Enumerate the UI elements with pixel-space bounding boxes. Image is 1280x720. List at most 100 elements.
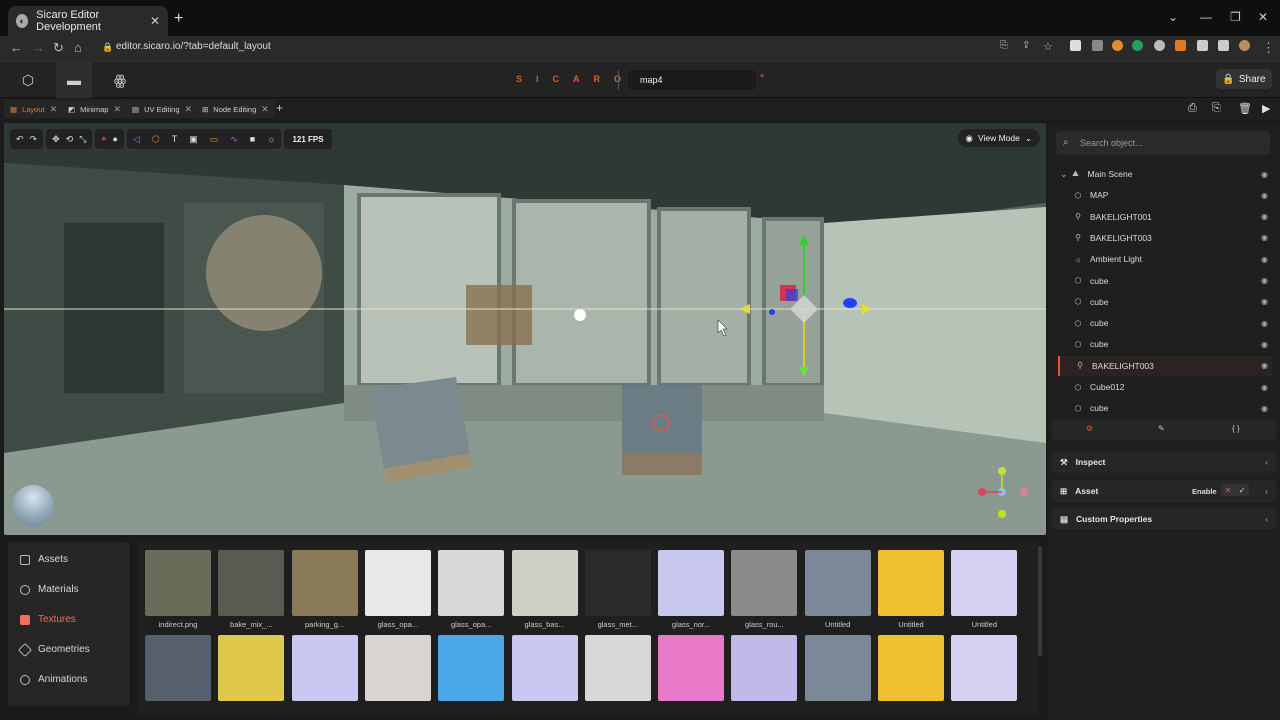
gear-extension-icon[interactable] <box>1154 40 1165 51</box>
texture-thumbnail[interactable] <box>291 550 358 616</box>
extension-icon[interactable] <box>1070 40 1081 51</box>
enable-toggle[interactable]: ✕ ✓ <box>1221 484 1249 496</box>
tab-search-icon[interactable]: ⌄ <box>1168 10 1178 24</box>
texture-thumbnail[interactable] <box>731 635 798 701</box>
inspect-section[interactable]: ⚒ Inspect ‹ <box>1052 451 1276 473</box>
share-button[interactable]: 🔒 Share <box>1216 69 1272 89</box>
close-window-icon[interactable]: ✕ <box>1258 10 1268 24</box>
environment-preview[interactable] <box>12 485 54 527</box>
texture-thumbnail[interactable] <box>291 635 358 701</box>
nav-animations[interactable]: Animations <box>20 674 87 685</box>
users-icon[interactable]: ꙮ <box>102 62 138 98</box>
install-icon[interactable]: ⎘ <box>1000 40 1008 51</box>
outliner-item[interactable]: ⚲ BAKELIGHT003 ◉ <box>1058 228 1272 248</box>
close-icon[interactable]: ✕ <box>50 104 58 115</box>
texture-thumbnail[interactable] <box>145 550 211 616</box>
custom-properties-section[interactable]: ▤ Custom Properties ‹ <box>1052 508 1276 530</box>
texture-thumbnail[interactable] <box>804 635 871 701</box>
visibility-eye-icon[interactable]: ◉ <box>1261 404 1268 413</box>
brush-icon[interactable]: ✎ <box>1158 424 1165 433</box>
new-tab-button[interactable]: + <box>174 10 183 28</box>
texture-thumbnail[interactable] <box>511 635 578 701</box>
bookmark-star-icon[interactable]: ☆ <box>1043 40 1053 53</box>
gear-icon[interactable]: ⚙ <box>1086 424 1093 433</box>
folder-icon[interactable]: ▬ <box>56 62 92 98</box>
extension-icon[interactable] <box>1112 40 1123 51</box>
forward-icon[interactable]: → <box>32 40 45 55</box>
texture-thumbnail[interactable] <box>878 550 944 616</box>
visibility-eye-icon[interactable]: ◉ <box>1261 297 1268 306</box>
texture-thumbnail[interactable] <box>658 635 725 701</box>
scale-icon[interactable]: ⤡ <box>79 134 86 145</box>
texture-thumbnail[interactable] <box>438 550 505 616</box>
outliner-item[interactable]: ⬡ cube ◉ <box>1058 313 1272 333</box>
nav-assets[interactable]: Assets <box>20 554 68 565</box>
texture-thumbnail[interactable] <box>878 635 944 701</box>
snap-icon[interactable]: ⌖ <box>101 134 106 145</box>
outliner-item[interactable]: ⬡ Cube012 ◉ <box>1058 377 1272 397</box>
map-name-field[interactable]: map4 <box>628 70 756 90</box>
minimize-icon[interactable]: — <box>1200 10 1212 24</box>
check-icon[interactable]: ✓ <box>1239 486 1246 495</box>
image-icon[interactable]: ▣ <box>189 134 198 145</box>
outliner-item[interactable]: ⬡ cube ◉ <box>1058 271 1272 291</box>
close-tab-icon[interactable]: ✕ <box>150 14 160 28</box>
redo-icon[interactable]: ↷ <box>30 134 38 145</box>
nav-geometries[interactable]: Geometries <box>17 642 90 657</box>
text-icon[interactable]: T <box>172 134 178 144</box>
extension-icon[interactable] <box>1092 40 1103 51</box>
sidebar-icon[interactable] <box>1218 40 1229 51</box>
trash-icon[interactable]: 🗑 <box>1238 102 1252 115</box>
extension-icon[interactable] <box>1132 40 1143 51</box>
visibility-eye-icon[interactable]: ◉ <box>1261 255 1268 264</box>
texture-thumbnail[interactable] <box>145 635 211 701</box>
add-tab-button[interactable]: + <box>276 101 283 115</box>
texture-thumbnail[interactable] <box>511 550 578 616</box>
puzzle-icon[interactable] <box>1197 40 1208 51</box>
scene-viewport[interactable]: ↶ ↷ ✥ ⟲ ⤡ ⌖ ● ◁ ⬡ T ▣ ▭ ∿ ■ ☼ 121 FPS ◉ … <box>4 123 1046 535</box>
home-icon[interactable]: ⌂ <box>74 40 82 55</box>
extension-icon[interactable] <box>1175 40 1186 51</box>
select-icon[interactable]: ◁ <box>133 134 140 145</box>
folder-icon[interactable]: ▭ <box>210 134 219 145</box>
browser-tab[interactable]: ◐ Sicaro Editor Development ✕ <box>8 6 168 36</box>
close-icon[interactable]: ✕ <box>113 104 121 115</box>
texture-thumbnail[interactable] <box>584 550 651 616</box>
play-icon[interactable]: ▶ <box>1262 102 1270 115</box>
add-mesh-icon[interactable]: ⬡ <box>152 134 160 145</box>
visibility-eye-icon[interactable]: ◉ <box>1261 319 1268 328</box>
tab-node-editing[interactable]: ⊞ Node Editing ✕ <box>196 100 275 118</box>
outliner-item[interactable]: ⬡ cube ◉ <box>1058 292 1272 312</box>
visibility-eye-icon[interactable]: ◉ <box>1261 383 1268 392</box>
tab-uv-editing[interactable]: ▤ UV Editing ✕ <box>126 100 199 118</box>
outliner-item[interactable]: ⚲ BAKELIGHT001 ◉ <box>1058 207 1272 227</box>
undo-icon[interactable]: ↶ <box>16 134 24 145</box>
move-icon[interactable]: ✥ <box>52 134 60 145</box>
tab-layout[interactable]: ▦ Layout ✕ <box>4 100 64 118</box>
view-mode-dropdown[interactable]: ◉ View Mode ⌄ <box>957 129 1040 147</box>
menu-dots-icon[interactable]: ⋮ <box>1262 40 1275 56</box>
texture-thumbnail[interactable] <box>731 550 798 616</box>
profile-avatar[interactable] <box>1239 40 1250 51</box>
close-icon[interactable]: ✕ <box>185 104 193 115</box>
outliner-item[interactable]: ⌄ ⛰ Main Scene ◉ <box>1058 164 1272 184</box>
disable-icon[interactable]: ✕ <box>1225 486 1232 495</box>
rotate-icon[interactable]: ⟲ <box>66 134 74 145</box>
reload-icon[interactable]: ↻ <box>53 40 64 56</box>
visibility-eye-icon[interactable]: ◉ <box>1261 191 1268 200</box>
chevron-down-icon[interactable]: ⌄ <box>1060 169 1068 180</box>
outliner-item[interactable]: ☼ Ambient Light ◉ <box>1058 249 1272 269</box>
outliner-item[interactable]: ⬡ cube ◉ <box>1058 334 1272 354</box>
tab-minimap[interactable]: ◩ Minimap ✕ <box>62 100 127 118</box>
dot-icon[interactable]: ● <box>112 134 117 144</box>
texture-thumbnail[interactable] <box>364 635 431 701</box>
texture-thumbnail[interactable] <box>951 635 1018 701</box>
nav-textures[interactable]: Textures <box>20 614 76 625</box>
outliner-item[interactable]: ⬡ cube ◉ <box>1058 398 1272 418</box>
visibility-eye-icon[interactable]: ◉ <box>1261 340 1268 349</box>
search-input[interactable]: ⌕ Search object... <box>1056 131 1270 155</box>
visibility-eye-icon[interactable]: ◉ <box>1261 170 1268 179</box>
outliner-item[interactable]: ⚲ BAKELIGHT003 ◉ <box>1058 355 1272 376</box>
texture-thumbnail[interactable] <box>658 550 725 616</box>
outliner-item[interactable]: ⬡ MAP ◉ <box>1058 185 1272 205</box>
